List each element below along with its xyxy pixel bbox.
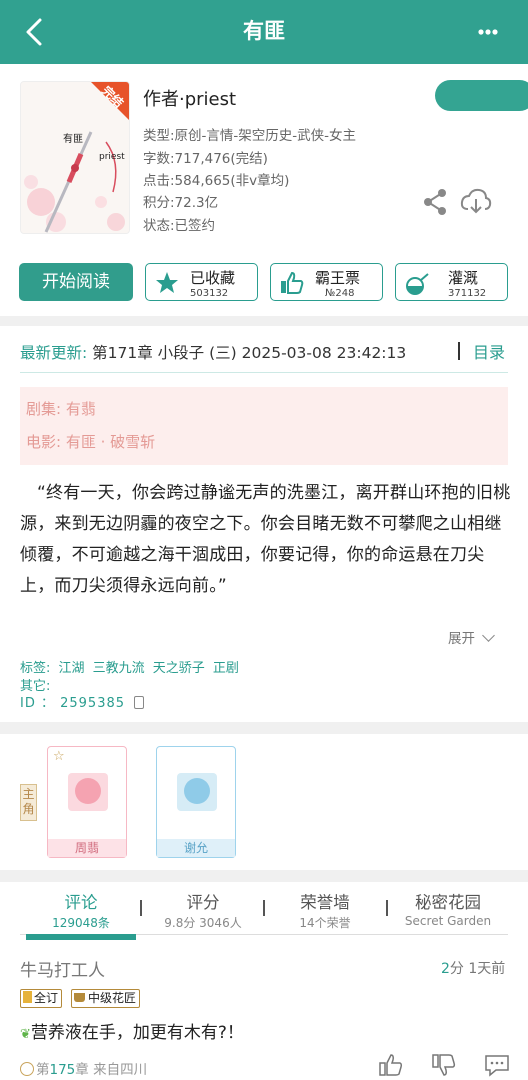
cover-author: priest [99, 152, 125, 162]
avatar [177, 773, 217, 811]
expand-button[interactable]: 展开 [448, 627, 496, 647]
comment-text-value: 营养液在手，加更有木有?！ [30, 1023, 244, 1043]
thumbs-up-icon [279, 270, 305, 296]
drama-adaptation[interactable]: 剧集: 有翡 [26, 398, 96, 419]
watering-can-icon [404, 270, 430, 296]
badge-gardener: 中级花匠 [71, 989, 141, 1008]
chapter-icon [20, 1062, 34, 1076]
avatar [68, 773, 108, 811]
latest-update-value: 第171章 小段子 (三) 2025-03-08 23:42:13 [92, 344, 407, 362]
like-icon[interactable] [378, 1053, 404, 1077]
tab-sub: 14个荣誉 [299, 916, 351, 930]
star-icon [154, 270, 180, 296]
bookmark-icon [23, 991, 32, 1003]
book-cover[interactable]: 有匪 priest 完结 [20, 81, 130, 234]
ticket-button[interactable]: 霸王票 №248 [270, 263, 383, 301]
tags-line[interactable]: 标签: 江湖 三教九流 天之骄子 正剧 [20, 657, 239, 676]
collect-button[interactable]: 已收藏 503132 [145, 263, 258, 301]
protagonist-badge: 主角 [20, 784, 37, 821]
copy-icon[interactable] [134, 696, 145, 709]
tab-secret-garden[interactable]: 秘密花园 Secret Garden [388, 889, 508, 928]
chevron-down-icon [482, 629, 496, 642]
book-clicks: 点击:584,665(非v章均) [143, 173, 290, 189]
reply-icon[interactable] [484, 1053, 510, 1077]
latest-update-prefix: 最新更新: [20, 344, 88, 362]
sprout-icon: ❦ [20, 1027, 31, 1042]
role-name: 谢允 [157, 839, 235, 857]
comment-username[interactable]: 牛马打工人 [20, 956, 105, 981]
dislike-icon[interactable] [431, 1053, 457, 1077]
adaptation-box: 剧集: 有翡 电影: 有匪 · 破雪斩 [20, 387, 508, 465]
expand-label: 展开 [448, 631, 475, 647]
movie-adaptation[interactable]: 电影: 有匪 · 破雪斩 [26, 431, 155, 452]
role-card[interactable]: 谢允 [156, 746, 236, 858]
download-icon[interactable] [459, 187, 493, 217]
water-label: 灌溉 [448, 269, 479, 287]
back-icon[interactable] [14, 12, 54, 52]
badge-label: 中级花匠 [88, 991, 137, 1005]
more-icon[interactable] [470, 12, 510, 52]
share-icon[interactable] [419, 187, 453, 217]
book-type: 类型:原创-言情-架空历史-武侠-女主 [143, 128, 357, 144]
tab-label: 秘密花园 [415, 893, 481, 912]
tab-label: 荣誉墙 [300, 893, 350, 912]
tab-sub: 129048条 [52, 916, 110, 930]
book-words: 字数:717,476(完结) [143, 151, 268, 167]
ticket-count: №248 [325, 288, 355, 299]
comment-text: ❦营养液在手，加更有木有?！ [20, 1018, 244, 1043]
chapter-suffix: 章 来自四川 [75, 1062, 148, 1078]
pot-icon [74, 993, 85, 1002]
water-button[interactable]: 灌溉 371132 [395, 263, 508, 301]
divider [458, 342, 460, 360]
cover-title: 有匪 [63, 134, 83, 145]
divider [20, 372, 508, 373]
tab-label: 评分 [186, 893, 220, 912]
tab-sub: 9.8分 3046人 [164, 916, 242, 930]
badge-subscribed: 全订 [20, 989, 63, 1008]
start-reading-button[interactable]: 开始阅读 [19, 263, 133, 301]
latest-update[interactable]: 最新更新: 第171章 小段子 (三) 2025-03-08 23:42:13 [20, 341, 406, 363]
collect-label: 已收藏 [190, 269, 236, 287]
chapter-prefix: 第 [36, 1062, 50, 1078]
tab-honor-wall[interactable]: 荣誉墙 14个荣誉 [265, 889, 385, 931]
vip-pill[interactable] [435, 80, 528, 111]
role-name: 周翡 [48, 839, 126, 857]
book-points: 积分:72.3亿 [143, 195, 219, 211]
book-status: 状态:已签约 [143, 218, 216, 234]
author-name[interactable]: 作者·priest [143, 85, 236, 111]
tab-rating[interactable]: 评分 9.8分 3046人 [143, 889, 263, 931]
comment-score-value: 2 [441, 961, 450, 977]
star-outline-icon: ☆ [53, 749, 65, 764]
tab-label: 评论 [64, 893, 98, 912]
catalog-link[interactable]: 目录 [473, 339, 505, 363]
id-line: ID ： 2595385 [20, 692, 145, 711]
tab-separator [140, 900, 142, 916]
collect-count: 503132 [190, 288, 229, 299]
comment-score: 2分 1天前 [441, 958, 505, 978]
tab-active-indicator [26, 934, 136, 940]
badge-label: 全订 [34, 991, 59, 1005]
book-id: ID ： 2595385 [20, 696, 126, 711]
top-bar [0, 0, 528, 64]
book-intro: “终有一天，你会跨过静谧无声的洗墨江，离开群山环抱的旧桃源，来到无边阴霾的夜空之… [20, 483, 511, 596]
comment-meta: 第175章 来自四川 [20, 1058, 147, 1078]
comment-score-rest: 分 1天前 [449, 961, 506, 977]
tab-sub: Secret Garden [404, 914, 492, 928]
chapter-number: 175 [49, 1062, 76, 1078]
role-card[interactable]: ☆ 周翡 [47, 746, 127, 858]
ticket-label: 霸王票 [315, 269, 361, 287]
tab-comments[interactable]: 评论 129048条 [21, 889, 141, 931]
water-count: 371132 [448, 288, 487, 299]
